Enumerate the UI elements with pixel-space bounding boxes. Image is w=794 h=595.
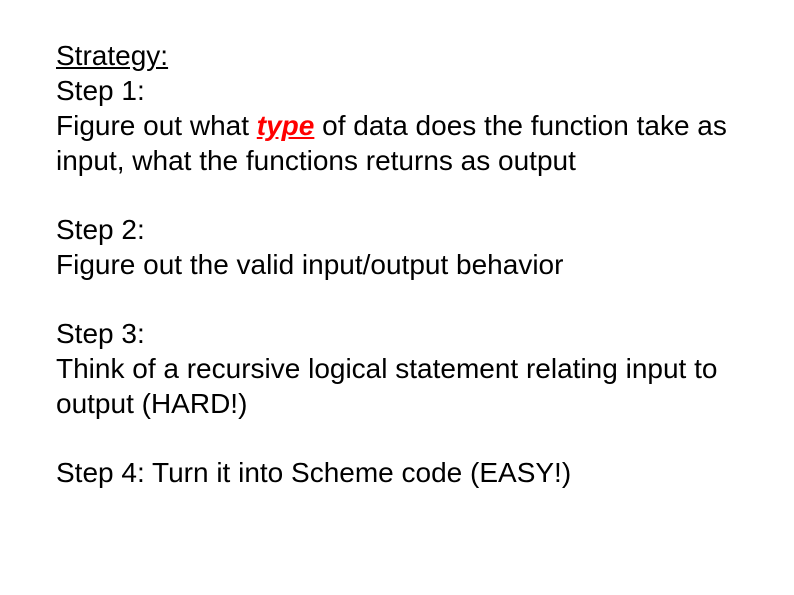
strategy-step1-paragraph: Strategy: Step 1: Figure out what type o…	[56, 38, 744, 178]
step1-heading: Step 1:	[56, 75, 145, 106]
step2-body: Figure out the valid input/output behavi…	[56, 249, 563, 280]
step2-paragraph: Step 2: Figure out the valid input/outpu…	[56, 212, 744, 282]
step3-body: Think of a recursive logical statement r…	[56, 353, 717, 419]
step3-paragraph: Step 3: Think of a recursive logical sta…	[56, 316, 744, 421]
step1-prefix: Figure out what	[56, 110, 257, 141]
type-keyword: type	[257, 110, 315, 141]
step3-heading: Step 3:	[56, 318, 145, 349]
step4-paragraph: Step 4: Turn it into Scheme code (EASY!)	[56, 455, 744, 490]
strategy-heading: Strategy:	[56, 40, 168, 71]
slide-content: Strategy: Step 1: Figure out what type o…	[0, 0, 794, 530]
step2-heading: Step 2:	[56, 214, 145, 245]
step4-line: Step 4: Turn it into Scheme code (EASY!)	[56, 457, 571, 488]
